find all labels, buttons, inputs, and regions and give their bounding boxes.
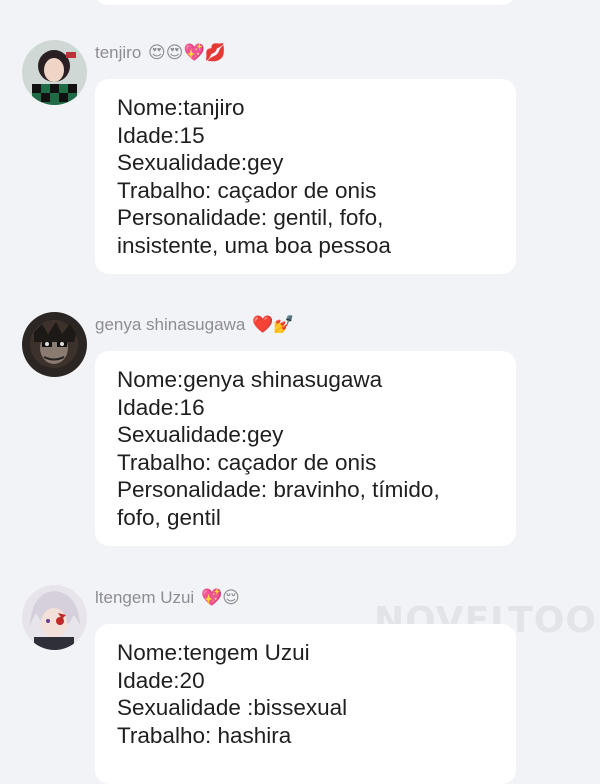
message-line: Nome:tengem Uzui <box>117 640 310 665</box>
message-line: Idade:16 <box>117 394 205 420</box>
sender-name[interactable]: tenjiro 😍😍💖💋 <box>95 43 226 63</box>
message-line: Nome:genya shinasugawa <box>117 367 383 392</box>
message-bubble: Nome:genya shinasugawa Idade:16 Sexualid… <box>95 351 516 546</box>
previous-message-bubble <box>95 0 515 5</box>
message-line: Trabalho: caçador de onis <box>117 177 377 203</box>
message-bubble: Nome:tengem Uzui Idade:20 Sexualidade :b… <box>95 624 516 784</box>
sender-emojis: 😍😍💖💋 <box>148 43 226 63</box>
message-line: Idade:20 <box>117 667 205 693</box>
sender-name[interactable]: ltengem Uzui 💖😌 <box>95 588 240 608</box>
avatar[interactable] <box>22 40 87 105</box>
message-bubble: Nome:tanjiro Idade:15 Sexualidade:gey Tr… <box>95 79 516 274</box>
sender-name[interactable]: genya shinasugawa ❤️💅 <box>95 315 294 335</box>
message-line: Sexualidade:gey <box>117 422 284 447</box>
message-line: fofo, gentil <box>117 504 221 530</box>
avatar[interactable] <box>22 312 87 377</box>
message-line: Sexualidade:gey <box>117 150 284 175</box>
sender-emojis: 💖😌 <box>200 588 240 608</box>
message-line: Nome:tanjiro <box>117 95 245 120</box>
message-line: Sexualidade :bissexual <box>117 695 348 720</box>
avatar[interactable] <box>22 585 87 650</box>
message-line: insistente, uma boa pessoa <box>117 232 391 258</box>
sender-emojis: ❤️💅 <box>252 315 295 335</box>
message-line: Trabalho: hashira <box>117 722 292 748</box>
message-line: Personalidade: gentil, fofo, <box>117 205 384 230</box>
message-line: Personalidade: bravinho, tímido, <box>117 477 440 502</box>
message-line: Idade:15 <box>117 122 205 148</box>
message-line: Trabalho: caçador de onis <box>117 449 377 475</box>
